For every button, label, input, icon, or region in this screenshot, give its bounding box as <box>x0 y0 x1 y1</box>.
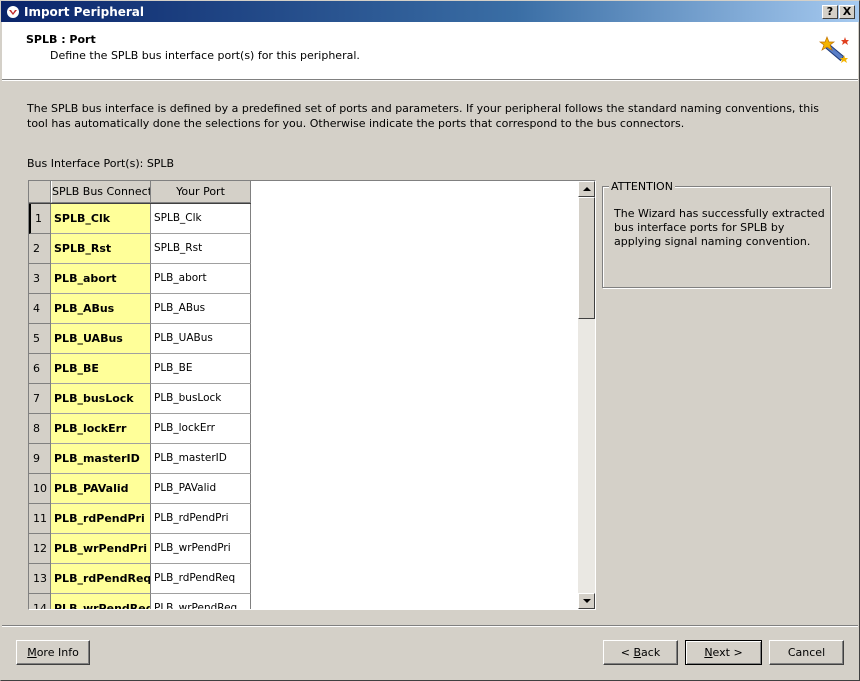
port-mapping-table[interactable]: SPLB Bus Connector Your Port 1 SPLB_Clk … <box>28 180 596 610</box>
close-button[interactable]: X <box>839 5 855 19</box>
table-row[interactable]: 2 SPLB_Rst SPLB_Rst <box>29 234 251 264</box>
table-row[interactable]: 14 PLB_wrPendReq PLB_wrPendReq <box>29 594 251 609</box>
table-row[interactable]: 7 PLB_busLock PLB_busLock <box>29 384 251 414</box>
table-corner-header <box>29 181 51 203</box>
vertical-scrollbar[interactable] <box>578 181 595 609</box>
next-accel: N <box>704 646 713 659</box>
attention-message: The Wizard has successfully extracted bu… <box>614 207 825 248</box>
next-button[interactable]: Next > <box>685 640 762 665</box>
back-prefix: < <box>620 646 634 659</box>
your-port-cell[interactable]: PLB_UABus <box>151 324 251 354</box>
table-row[interactable]: 8 PLB_lockErr PLB_lockErr <box>29 414 251 444</box>
row-number: 12 <box>29 534 51 564</box>
footer-separator <box>2 625 858 627</box>
table-row[interactable]: 6 PLB_BE PLB_BE <box>29 354 251 384</box>
up-arrow-icon <box>583 187 591 191</box>
connector-cell: SPLB_Clk <box>51 204 151 234</box>
row-number: 11 <box>29 504 51 534</box>
connector-cell: PLB_wrPendReq <box>51 594 151 609</box>
header-divider <box>2 80 858 81</box>
table-row[interactable]: 13 PLB_rdPendReq PLB_rdPendReq <box>29 564 251 594</box>
more-info-accel: M <box>27 646 37 659</box>
cancel-button[interactable]: Cancel <box>769 640 844 665</box>
row-number: 9 <box>29 444 51 474</box>
your-port-cell[interactable]: PLB_wrPendPri <box>151 534 251 564</box>
page-title: SPLB : Port <box>26 33 96 46</box>
row-number: 5 <box>29 324 51 354</box>
scroll-thumb[interactable] <box>578 197 595 319</box>
scroll-up-button[interactable] <box>578 181 595 197</box>
connector-cell: PLB_PAValid <box>51 474 151 504</box>
table-row[interactable]: 3 PLB_abort PLB_abort <box>29 264 251 294</box>
down-arrow-icon <box>583 599 591 603</box>
help-button[interactable]: ? <box>822 5 838 19</box>
your-port-cell[interactable]: PLB_PAValid <box>151 474 251 504</box>
window-title: Import Peripheral <box>24 4 144 19</box>
your-port-cell[interactable]: SPLB_Clk <box>151 204 251 234</box>
more-info-label: ore Info <box>36 646 79 659</box>
row-number: 3 <box>29 264 51 294</box>
row-number: 13 <box>29 564 51 594</box>
connector-cell: PLB_rdPendPri <box>51 504 151 534</box>
row-number: 2 <box>29 234 51 264</box>
your-port-cell[interactable]: PLB_BE <box>151 354 251 384</box>
connector-cell: PLB_abort <box>51 264 151 294</box>
your-port-cell[interactable]: PLB_rdPendPri <box>151 504 251 534</box>
bus-interface-label: Bus Interface Port(s): SPLB <box>27 157 175 170</box>
back-accel: B <box>633 646 642 659</box>
connector-cell: PLB_busLock <box>51 384 151 414</box>
page-subtitle: Define the SPLB bus interface port(s) fo… <box>50 49 360 62</box>
attention-groupbox: ATTENTION The Wizard has successfully ex… <box>602 180 831 288</box>
table-row[interactable]: 4 PLB_ABus PLB_ABus <box>29 294 251 324</box>
column-header-your-port[interactable]: Your Port <box>151 181 251 203</box>
xilinx-app-icon <box>7 5 19 18</box>
row-number: 14 <box>29 594 51 609</box>
attention-legend: ATTENTION <box>609 180 675 193</box>
connector-cell: PLB_ABus <box>51 294 151 324</box>
row-number: 8 <box>29 414 51 444</box>
connector-cell: PLB_masterID <box>51 444 151 474</box>
table-row[interactable]: 9 PLB_masterID PLB_masterID <box>29 444 251 474</box>
row-number: 1 <box>29 204 51 234</box>
connector-cell: PLB_UABus <box>51 324 151 354</box>
table-row[interactable]: 1 SPLB_Clk SPLB_Clk <box>29 204 251 234</box>
row-number: 7 <box>29 384 51 414</box>
connector-cell: PLB_rdPendReq <box>51 564 151 594</box>
wizard-wand-icon <box>818 36 849 63</box>
row-number: 4 <box>29 294 51 324</box>
column-header-connector[interactable]: SPLB Bus Connector <box>51 181 151 203</box>
description-text: The SPLB bus interface is defined by a p… <box>27 102 819 130</box>
table-row[interactable]: 10 PLB_PAValid PLB_PAValid <box>29 474 251 504</box>
wizard-header: SPLB : Port Define the SPLB bus interfac… <box>2 22 858 80</box>
your-port-cell[interactable]: PLB_lockErr <box>151 414 251 444</box>
back-label: ack <box>641 646 661 659</box>
title-bar: Import Peripheral ? X <box>0 0 860 22</box>
connector-cell: PLB_wrPendPri <box>51 534 151 564</box>
connector-cell: PLB_BE <box>51 354 151 384</box>
your-port-cell[interactable]: PLB_abort <box>151 264 251 294</box>
scroll-down-button[interactable] <box>578 593 595 609</box>
more-info-button[interactable]: More Info <box>16 640 90 665</box>
your-port-cell[interactable]: PLB_ABus <box>151 294 251 324</box>
connector-cell: PLB_lockErr <box>51 414 151 444</box>
your-port-cell[interactable]: PLB_rdPendReq <box>151 564 251 594</box>
back-button[interactable]: < Back <box>603 640 678 665</box>
table-body: SPLB Bus Connector Your Port 1 SPLB_Clk … <box>29 181 578 609</box>
your-port-cell[interactable]: PLB_wrPendReq <box>151 594 251 609</box>
row-number: 10 <box>29 474 51 504</box>
table-row[interactable]: 12 PLB_wrPendPri PLB_wrPendPri <box>29 534 251 564</box>
your-port-cell[interactable]: PLB_busLock <box>151 384 251 414</box>
table-row[interactable]: 5 PLB_UABus PLB_UABus <box>29 324 251 354</box>
table-row[interactable]: 11 PLB_rdPendPri PLB_rdPendPri <box>29 504 251 534</box>
connector-cell: SPLB_Rst <box>51 234 151 264</box>
your-port-cell[interactable]: SPLB_Rst <box>151 234 251 264</box>
your-port-cell[interactable]: PLB_masterID <box>151 444 251 474</box>
row-number: 6 <box>29 354 51 384</box>
next-label: ext > <box>712 646 743 659</box>
